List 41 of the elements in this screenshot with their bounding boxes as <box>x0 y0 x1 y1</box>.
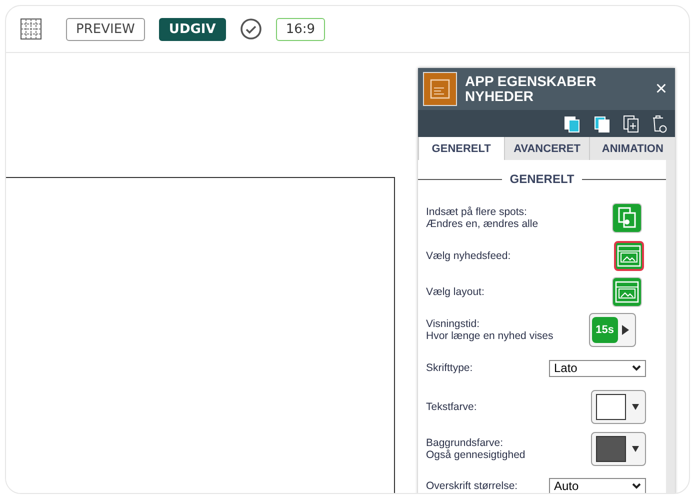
field-label: Vælg nyhedsfeed: <box>426 250 511 262</box>
font-select[interactable]: Auto <box>549 478 646 493</box>
documents-icon <box>617 207 637 229</box>
check-circle-icon[interactable] <box>240 18 262 40</box>
scrollbar[interactable] <box>666 160 675 493</box>
field-label: Indsæt på flere spots: Ændres en, ændres alle <box>426 206 538 230</box>
publish-button[interactable]: UDGIV <box>158 18 226 40</box>
aspect-ratio-button[interactable]: 16:9 <box>276 18 326 40</box>
icon-button[interactable] <box>612 277 642 307</box>
play-icon <box>622 325 629 335</box>
grid-icon[interactable] <box>20 18 42 40</box>
caret-icon <box>632 446 639 452</box>
field-label: Skrifttype: <box>426 362 473 374</box>
field-label: Baggrundsfarve: Også gennesigtighed <box>426 437 526 461</box>
panel-title: APP EGENSKABER NYHEDER <box>465 74 598 104</box>
font-select[interactable]: Lato <box>549 360 646 376</box>
field-label: Tekstfarve: <box>426 401 477 413</box>
preview-button[interactable]: PREVIEW <box>66 18 145 40</box>
add-page-icon[interactable] <box>623 114 639 132</box>
news-screen-icon <box>617 245 641 267</box>
panel-tab[interactable]: GENERELT <box>418 137 504 160</box>
duration-badge: 15s <box>592 317 618 343</box>
icon-button[interactable] <box>612 203 642 233</box>
field-label: Vælg layout: <box>426 286 484 298</box>
copy-icon[interactable] <box>593 114 611 132</box>
color-picker[interactable] <box>591 390 646 424</box>
panel-tab[interactable]: ANIMATION <box>589 137 676 160</box>
color-picker[interactable] <box>591 432 646 466</box>
trash-icon[interactable] <box>651 114 667 132</box>
section-heading: GENERELT <box>510 172 574 186</box>
news-screen-icon <box>615 281 639 303</box>
caret-icon <box>632 404 639 410</box>
field-label: Overskrift størrelse: <box>426 480 518 492</box>
field-label: Visningstid: Hvor længe en nyhed vises <box>426 318 554 342</box>
panel-tab[interactable]: AVANCERET <box>504 137 590 160</box>
caret-icon <box>632 365 641 371</box>
copy-icon[interactable] <box>563 114 581 132</box>
icon-button[interactable] <box>614 241 644 271</box>
caret-icon <box>632 483 641 489</box>
close-button[interactable]: × <box>655 78 667 100</box>
news-app-icon <box>423 72 457 106</box>
